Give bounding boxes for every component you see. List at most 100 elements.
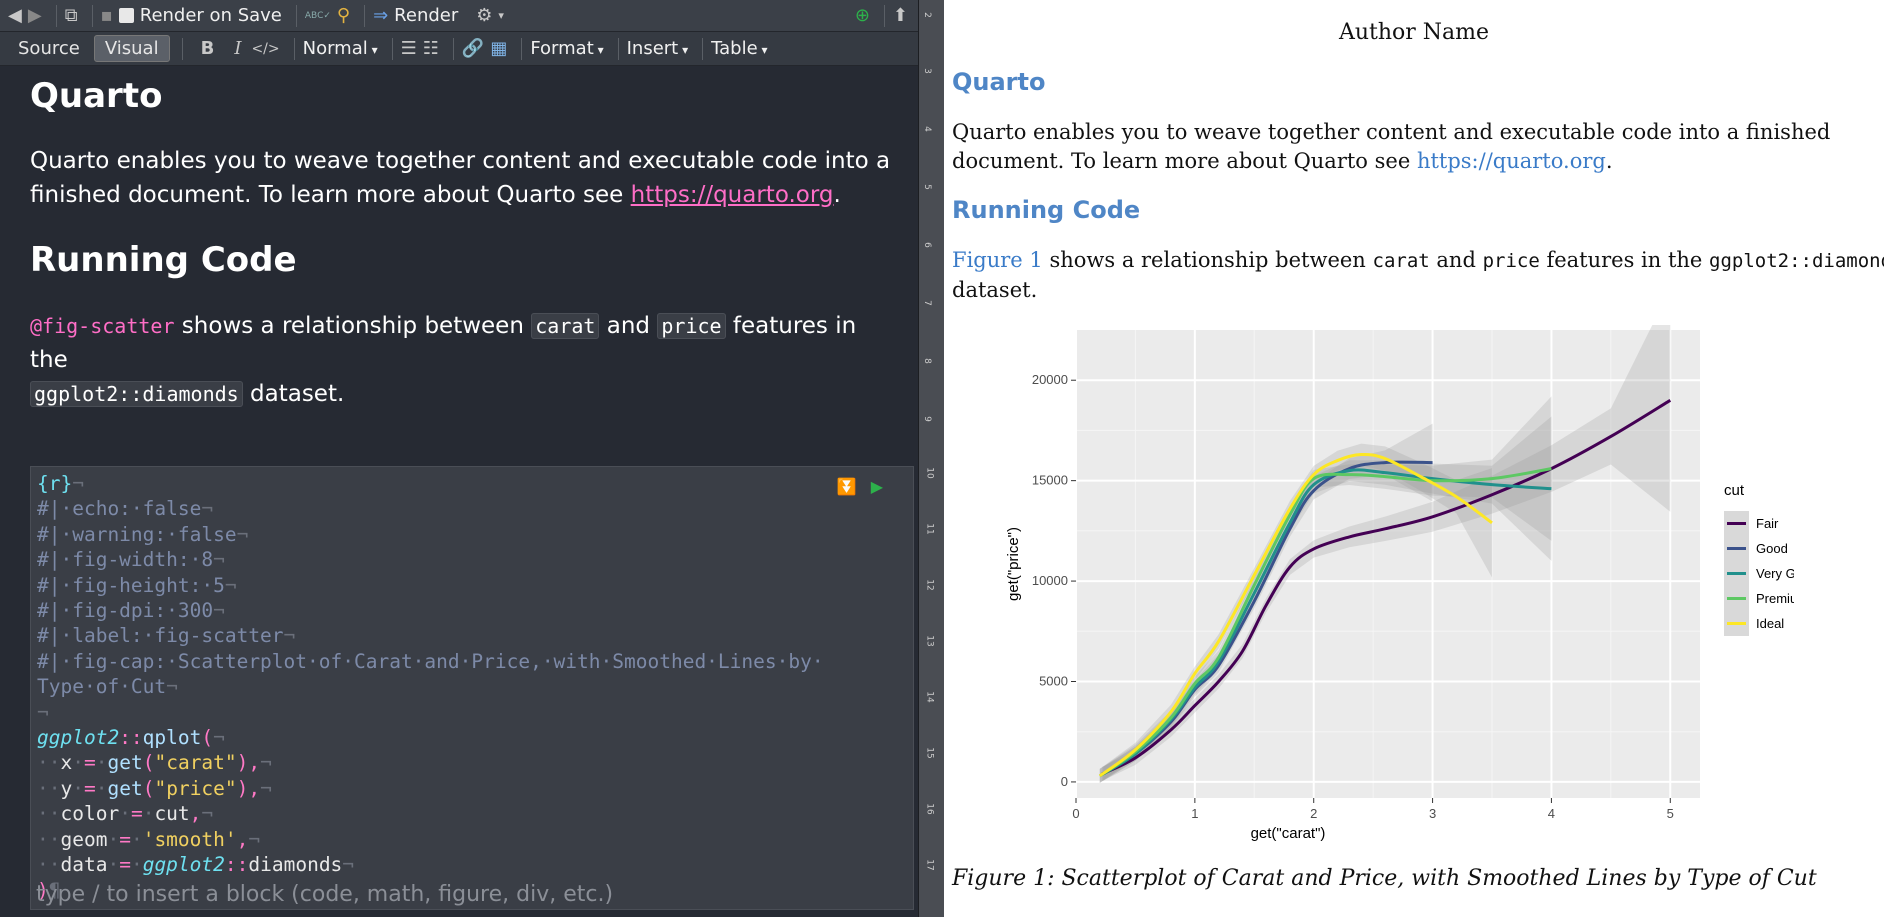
text: features in the xyxy=(1539,248,1710,272)
text: shows a relationship between xyxy=(174,313,532,339)
format-toolbar: Source Visual B I </> Normal ☰ ☷ 🔗 ▦ For… xyxy=(0,32,918,66)
forward-icon[interactable]: ▶ xyxy=(28,3,42,29)
numbered-list-icon[interactable]: ☷ xyxy=(423,36,439,62)
paragraph-figure-ref[interactable]: @fig-scatter shows a relationship betwee… xyxy=(30,309,900,411)
image-icon[interactable]: ▦ xyxy=(490,36,507,62)
inline-code-diamonds: ggplot2::diamonds xyxy=(30,381,243,407)
chunk-option: Type·of·Cut xyxy=(37,675,167,699)
r-code-chunk[interactable]: ⏬ ▶ {r}¬ #|·echo:·false¬ #|·warning:·fal… xyxy=(30,466,914,910)
bullet-list-icon[interactable]: ☰ xyxy=(401,36,417,62)
toolbar-separator xyxy=(91,4,93,27)
x-tick-label: 4 xyxy=(1548,806,1555,821)
visual-editor[interactable]: Quarto Quarto enables you to weave toget… xyxy=(0,66,918,917)
chunk-option: #|·fig-height:·5 xyxy=(37,573,225,597)
author-name: Author Name xyxy=(1338,20,1490,45)
show-in-window-icon[interactable]: ⧉ xyxy=(65,3,78,29)
x-tick-label: 5 xyxy=(1667,806,1674,821)
legend-label: Fair xyxy=(1756,516,1779,531)
y-tick-label: 0 xyxy=(1061,774,1068,789)
tab-visual[interactable]: Visual xyxy=(93,35,170,62)
toolbar-separator xyxy=(295,4,297,27)
figure-1-link[interactable]: Figure 1 xyxy=(952,248,1043,272)
render-on-save-label: Render on Save xyxy=(139,5,282,26)
code-icon[interactable]: </> xyxy=(251,36,279,62)
quarto-link[interactable]: https://quarto.org xyxy=(631,182,834,208)
text: . xyxy=(833,182,841,208)
insert-block-placeholder[interactable]: type / to insert a block (code, math, fi… xyxy=(36,882,613,907)
render-on-save-checkbox[interactable] xyxy=(118,8,134,23)
x-tick-label: 2 xyxy=(1310,806,1317,821)
vertical-ruler: 2 3 4 5 6 7 8 9 10 11 12 13 14 15 16 17 xyxy=(921,12,935,871)
y-tick-label: 20000 xyxy=(1032,372,1068,387)
text: shows a relationship between xyxy=(1042,248,1373,272)
run-chunk-icon[interactable]: ▶ xyxy=(871,477,883,496)
search-icon[interactable]: ⚲ xyxy=(337,3,350,29)
heading-quarto[interactable]: Quarto xyxy=(30,76,162,116)
tab-source[interactable]: Source xyxy=(8,36,90,61)
legend-title: cut xyxy=(1724,482,1745,499)
y-tick-label: 5000 xyxy=(1039,674,1068,689)
table-menu[interactable]: Table xyxy=(711,38,767,59)
chunk-option: #|·fig-cap:·Scatterplot·of·Carat·and·Pri… xyxy=(37,649,824,673)
preview-quarto-link[interactable]: https://quarto.org xyxy=(1417,149,1606,173)
text: and xyxy=(599,313,658,339)
toolbar-separator xyxy=(391,37,393,60)
chevron-down-icon[interactable]: ▾ xyxy=(498,3,504,29)
save-icon[interactable]: ▪ xyxy=(101,3,113,29)
x-axis-label: get("carat") xyxy=(1251,825,1326,842)
preview-heading-quarto: Quarto xyxy=(952,68,1046,96)
figure-caption: Figure 1: Scatterplot of Carat and Price… xyxy=(952,866,1817,891)
text: finished document. To learn more about Q… xyxy=(30,182,631,208)
chunk-option: #|·echo:·false xyxy=(37,497,202,521)
gear-icon[interactable]: ⚙ xyxy=(476,3,492,29)
chunk-option: #|·warning:·false xyxy=(37,522,237,546)
back-icon[interactable]: ◀ xyxy=(8,3,22,29)
toolbar-separator xyxy=(883,4,885,27)
toolbar-separator xyxy=(521,37,523,60)
paragraph-intro[interactable]: Quarto enables you to weave together con… xyxy=(30,144,900,212)
chunk-header: {r} xyxy=(37,472,73,495)
chunk-option: #|·fig-dpi:·300 xyxy=(37,599,214,623)
spellcheck-icon[interactable]: ABC✓ xyxy=(305,3,331,29)
code-price: price xyxy=(1482,250,1540,272)
italic-icon[interactable]: I xyxy=(234,36,241,62)
chunk-option: #|·fig-width:·8 xyxy=(37,548,214,572)
paragraph-style-dropdown[interactable]: Normal xyxy=(303,38,378,59)
text: . xyxy=(1605,149,1613,173)
chunk-toolbar: ⏬ ▶ xyxy=(837,477,883,496)
inline-code-carat: carat xyxy=(531,313,600,339)
toolbar-separator xyxy=(181,37,183,60)
legend-label: Ideal xyxy=(1756,616,1784,631)
legend-label: Very Good xyxy=(1756,566,1794,581)
y-axis-label: get("price") xyxy=(1005,527,1022,601)
format-menu[interactable]: Format xyxy=(530,38,603,59)
toolbar-separator xyxy=(452,37,454,60)
go-up-icon[interactable]: ⬆ xyxy=(893,3,908,29)
text: dataset. xyxy=(242,381,345,407)
heading-running-code[interactable]: Running Code xyxy=(30,240,297,280)
toolbar-separator xyxy=(702,37,704,60)
preview-pane: Author Name Quarto Quarto enables you to… xyxy=(944,0,1884,917)
chunk-option: #|·label:·fig-scatter xyxy=(37,624,284,648)
code-carat: carat xyxy=(1372,250,1430,272)
inline-code-price: price xyxy=(657,313,726,339)
add-chunk-icon[interactable]: ⊕ xyxy=(855,3,870,29)
link-icon[interactable]: 🔗 xyxy=(462,36,484,62)
toolbar-separator xyxy=(293,37,295,60)
toolbar-separator xyxy=(55,4,57,27)
toolbar-separator xyxy=(617,37,619,60)
y-tick-label: 10000 xyxy=(1032,573,1068,588)
render-icon[interactable]: ⇒ xyxy=(373,3,388,29)
y-tick-label: 15000 xyxy=(1032,473,1068,488)
fig-scatter-ref[interactable]: @fig-scatter xyxy=(30,314,175,338)
preview-paragraph-intro: Quarto enables you to weave together con… xyxy=(952,118,1882,176)
x-tick-label: 1 xyxy=(1191,806,1198,821)
insert-menu[interactable]: Insert xyxy=(627,38,688,59)
x-tick-label: 0 xyxy=(1072,806,1079,821)
run-previous-chunks-icon[interactable]: ⏬ xyxy=(837,477,857,496)
legend-label: Good xyxy=(1756,541,1788,556)
preview-paragraph-figure-ref: Figure 1 shows a relationship between ca… xyxy=(952,246,1884,305)
code-text[interactable]: {r}¬ #|·echo:·false¬ #|·warning:·false¬ … xyxy=(31,467,913,907)
bold-icon[interactable]: B xyxy=(201,36,215,62)
render-button[interactable]: Render xyxy=(394,5,458,26)
